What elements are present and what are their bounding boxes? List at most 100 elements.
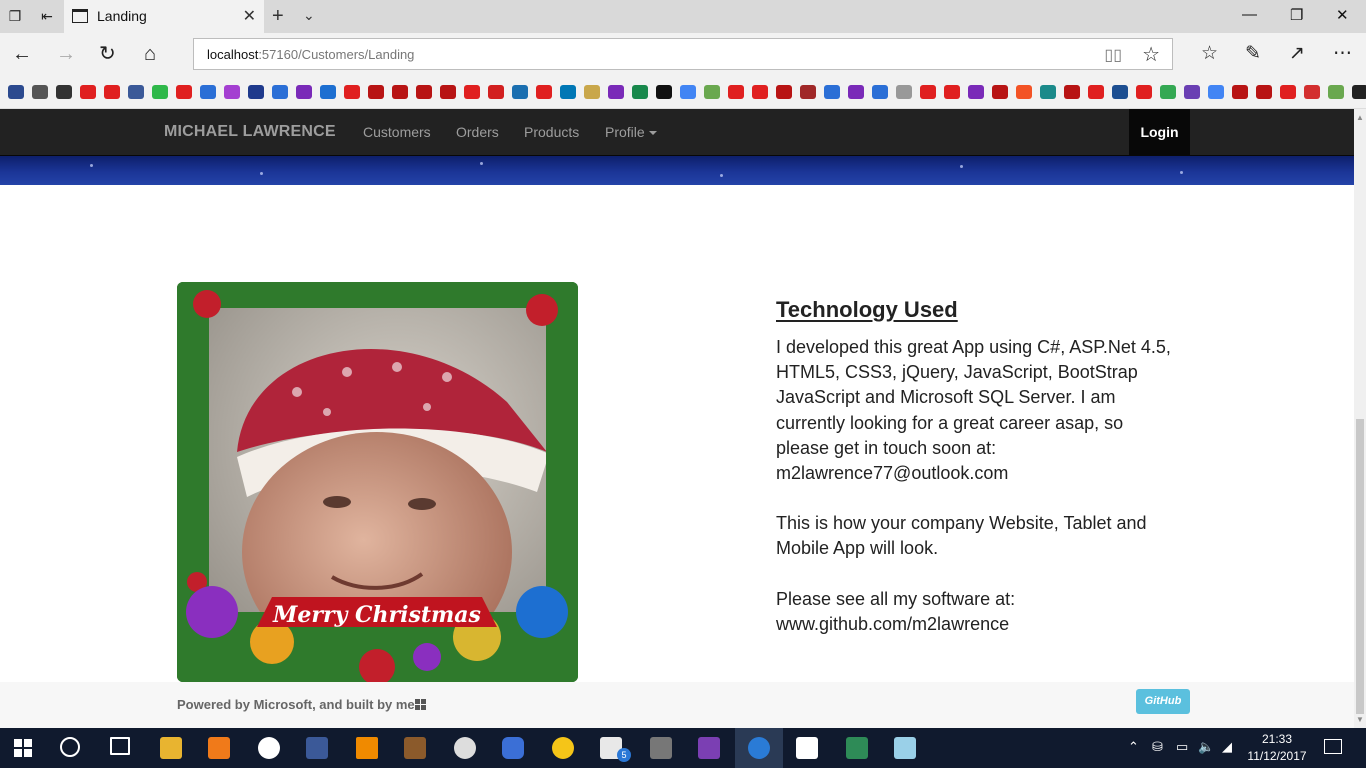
- forward-arrow-icon[interactable]: →: [56, 43, 76, 65]
- favorite-site-icon[interactable]: [368, 85, 384, 99]
- favorite-site-icon[interactable]: [56, 85, 72, 99]
- favorite-site-icon[interactable]: [1280, 85, 1296, 99]
- favorite-site-icon[interactable]: [704, 85, 720, 99]
- maximize-button[interactable]: ❐: [1290, 6, 1303, 24]
- scroll-down-icon[interactable]: ▼: [1356, 715, 1364, 724]
- reading-view-icon[interactable]: ▯▯: [1104, 45, 1122, 65]
- new-tab-button[interactable]: +: [272, 5, 284, 28]
- favorite-site-icon[interactable]: [752, 85, 768, 99]
- favorite-site-icon[interactable]: [1208, 85, 1224, 99]
- battery-icon[interactable]: ▭: [1176, 739, 1188, 755]
- favorites-hub-icon[interactable]: ☆: [1201, 42, 1218, 65]
- favorite-site-icon[interactable]: [1232, 85, 1248, 99]
- favorite-site-icon[interactable]: [224, 85, 240, 99]
- favorite-site-icon[interactable]: [1064, 85, 1080, 99]
- dosbox-icon[interactable]: [404, 737, 426, 759]
- favorite-site-icon[interactable]: [1016, 85, 1032, 99]
- duck-icon[interactable]: [552, 737, 574, 759]
- favorite-site-icon[interactable]: [416, 85, 432, 99]
- tab-close-icon[interactable]: ✕: [243, 6, 256, 26]
- favorite-site-icon[interactable]: [344, 85, 360, 99]
- favorite-site-icon[interactable]: [128, 85, 144, 99]
- favorite-site-icon[interactable]: [848, 85, 864, 99]
- notepad-icon[interactable]: [846, 737, 868, 759]
- nav-products[interactable]: Products: [524, 124, 579, 140]
- favorite-site-icon[interactable]: [392, 85, 408, 99]
- volume-icon[interactable]: 🔈: [1198, 739, 1214, 755]
- favorite-site-icon[interactable]: [80, 85, 96, 99]
- page-scrollbar[interactable]: ▲ ▼: [1354, 109, 1366, 728]
- favorite-site-icon[interactable]: [824, 85, 840, 99]
- home-icon[interactable]: ⌂: [144, 43, 156, 65]
- favorite-site-icon[interactable]: [32, 85, 48, 99]
- app-icon[interactable]: [894, 737, 916, 759]
- favorite-site-icon[interactable]: [776, 85, 792, 99]
- sd-icon[interactable]: [454, 737, 476, 759]
- favorite-site-icon[interactable]: [1352, 85, 1366, 99]
- favorite-site-icon[interactable]: [656, 85, 672, 99]
- window-close-button[interactable]: ✕: [1336, 6, 1349, 24]
- favorite-site-icon[interactable]: [1088, 85, 1104, 99]
- favorite-site-icon[interactable]: [584, 85, 600, 99]
- visual-studio-icon[interactable]: [698, 737, 720, 759]
- refresh-icon[interactable]: ↻: [99, 43, 116, 65]
- favorite-site-icon[interactable]: [152, 85, 168, 99]
- favorite-site-icon[interactable]: [176, 85, 192, 99]
- favorite-site-icon[interactable]: [1304, 85, 1320, 99]
- favorite-site-icon[interactable]: [296, 85, 312, 99]
- favorite-site-icon[interactable]: [464, 85, 480, 99]
- favorite-site-icon[interactable]: [272, 85, 288, 99]
- clock[interactable]: 21:33 11/12/2017: [1242, 731, 1312, 765]
- favorite-site-icon[interactable]: [320, 85, 336, 99]
- scroll-up-icon[interactable]: ▲: [1356, 113, 1364, 122]
- favorite-site-icon[interactable]: [632, 85, 648, 99]
- vlc-icon[interactable]: [356, 737, 378, 759]
- favorite-site-icon[interactable]: [1184, 85, 1200, 99]
- share-icon[interactable]: ↗: [1289, 42, 1305, 65]
- tools-icon[interactable]: [650, 737, 672, 759]
- favorite-site-icon[interactable]: [968, 85, 984, 99]
- nav-profile-dropdown[interactable]: Profile: [605, 124, 657, 140]
- favorite-site-icon[interactable]: [800, 85, 816, 99]
- action-center-icon[interactable]: [1324, 739, 1342, 754]
- favorite-site-icon[interactable]: [488, 85, 504, 99]
- favorite-site-icon[interactable]: [536, 85, 552, 99]
- favorite-site-icon[interactable]: [1136, 85, 1152, 99]
- facebook-icon[interactable]: [306, 737, 328, 759]
- favorite-site-icon[interactable]: [248, 85, 264, 99]
- github-button[interactable]: GitHub: [1136, 689, 1190, 714]
- favorite-site-icon[interactable]: [1328, 85, 1344, 99]
- favorite-site-icon[interactable]: [512, 85, 528, 99]
- photos-icon[interactable]: [796, 737, 818, 759]
- wifi-icon[interactable]: ◢: [1222, 739, 1232, 755]
- favorite-site-icon[interactable]: [1256, 85, 1272, 99]
- tray-chevron-icon[interactable]: ⌃: [1128, 739, 1139, 755]
- nav-customers[interactable]: Customers: [363, 124, 431, 140]
- file-explorer-icon[interactable]: [160, 737, 182, 759]
- edge-icon[interactable]: [748, 737, 770, 759]
- favorite-star-icon[interactable]: ☆: [1142, 42, 1160, 67]
- network-drive-icon[interactable]: ⛁: [1152, 739, 1163, 755]
- favorite-site-icon[interactable]: [1160, 85, 1176, 99]
- favorite-site-icon[interactable]: [560, 85, 576, 99]
- favorite-site-icon[interactable]: [944, 85, 960, 99]
- favorite-site-icon[interactable]: [8, 85, 24, 99]
- favorite-site-icon[interactable]: [1040, 85, 1056, 99]
- favorite-site-icon[interactable]: [104, 85, 120, 99]
- web-note-icon[interactable]: ✎: [1245, 42, 1261, 65]
- favorite-site-icon[interactable]: [872, 85, 888, 99]
- favorite-site-icon[interactable]: [608, 85, 624, 99]
- address-bar[interactable]: localhost:57160/Customers/Landing ▯▯ ☆: [193, 38, 1173, 70]
- favorite-site-icon[interactable]: [728, 85, 744, 99]
- xbox-icon[interactable]: [258, 737, 280, 759]
- favorite-site-icon[interactable]: [896, 85, 912, 99]
- login-button[interactable]: Login: [1129, 109, 1190, 156]
- minimize-button[interactable]: —: [1242, 6, 1257, 23]
- more-menu-icon[interactable]: ⋯: [1333, 42, 1352, 65]
- favorite-site-icon[interactable]: [200, 85, 216, 99]
- back-arrow-icon[interactable]: ←: [12, 43, 32, 65]
- favorite-site-icon[interactable]: [1112, 85, 1128, 99]
- favorite-site-icon[interactable]: [440, 85, 456, 99]
- set-aside-tabs-icon[interactable]: ⇤: [38, 7, 56, 25]
- task-view-icon[interactable]: [110, 737, 130, 755]
